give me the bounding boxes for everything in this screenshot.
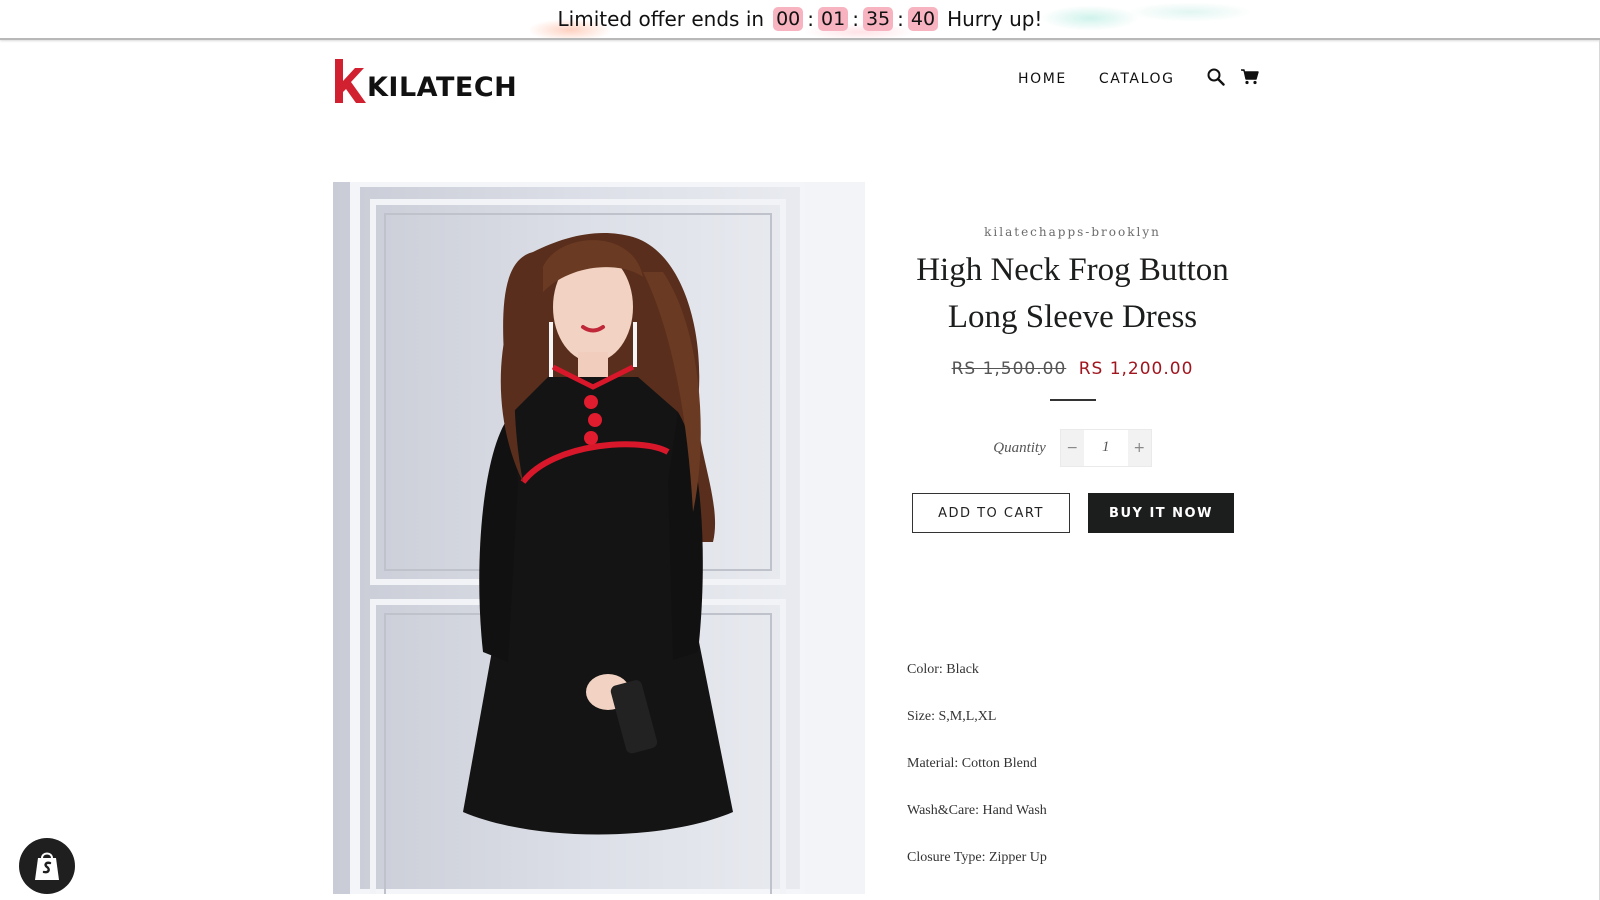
search-icon[interactable] [1207, 68, 1225, 90]
quantity-stepper: − + [1059, 429, 1152, 467]
countdown-prefix: Limited offer ends in [557, 7, 765, 31]
main-nav: HOME CATALOG [1018, 68, 1275, 90]
logo-k-mark-icon [335, 59, 366, 103]
quantity-label: Quantity [993, 439, 1046, 456]
divider [1049, 399, 1096, 401]
product-vendor[interactable]: kilatechapps-brooklyn [905, 225, 1240, 239]
buy-now-button[interactable]: BUY IT NOW [1088, 493, 1234, 533]
shopify-bag-icon [35, 852, 59, 880]
spec-size: Size: S,M,L,XL [907, 709, 997, 724]
quantity-row: Quantity − + [905, 429, 1240, 467]
spec-wash-care: Wash&Care: Hand Wash [907, 803, 1047, 818]
countdown-separator: : [897, 7, 904, 31]
cart-icon[interactable] [1240, 69, 1259, 89]
add-to-cart-button[interactable]: ADD TO CART [912, 493, 1070, 533]
product-specs: Color: Black Size: S,M,L,XL Material: Co… [907, 662, 1047, 897]
countdown-minutes: 01 [818, 7, 849, 31]
countdown-centiseconds: 40 [907, 7, 939, 31]
product-photo-illustration [333, 182, 865, 894]
announcement-bar: Limited offer ends in 00 : 01 : 35 : 40 … [0, 0, 1600, 40]
countdown-hours: 00 [773, 7, 804, 31]
purchase-buttons: ADD TO CART BUY IT NOW [912, 493, 1234, 533]
nav-catalog[interactable]: CATALOG [1099, 71, 1175, 87]
quantity-increment-button[interactable]: + [1127, 430, 1151, 466]
nav-home[interactable]: HOME [1018, 71, 1067, 87]
product-info: kilatechapps-brooklyn High Neck Frog But… [905, 220, 1240, 533]
price-sale: RS 1,200.00 [1078, 359, 1194, 379]
shopify-badge-button[interactable] [19, 838, 75, 894]
quantity-input[interactable] [1083, 430, 1128, 464]
spec-material: Material: Cotton Blend [907, 756, 1037, 771]
product-title: High Neck Frog Button Long Sleeve Dress [916, 252, 1229, 335]
countdown-separator: : [852, 7, 859, 31]
countdown-suffix: Hurry up! [947, 7, 1043, 31]
countdown-seconds: 35 [862, 7, 894, 31]
price-original: RS 1,500.00 [951, 359, 1067, 379]
spec-color: Color: Black [907, 662, 979, 677]
spec-closure-type: Closure Type: Zipper Up [907, 850, 1047, 865]
countdown-banner: Limited offer ends in 00 : 01 : 35 : 40 … [0, 0, 1600, 38]
logo-wordmark: KILATECH [367, 72, 518, 103]
product-prices: RS 1,500.00 RS 1,200.00 [905, 359, 1240, 379]
site-logo[interactable]: KILATECH [333, 57, 517, 103]
product-image[interactable] [333, 182, 865, 894]
quantity-decrement-button[interactable]: − [1060, 430, 1084, 466]
countdown-separator: : [807, 7, 814, 31]
